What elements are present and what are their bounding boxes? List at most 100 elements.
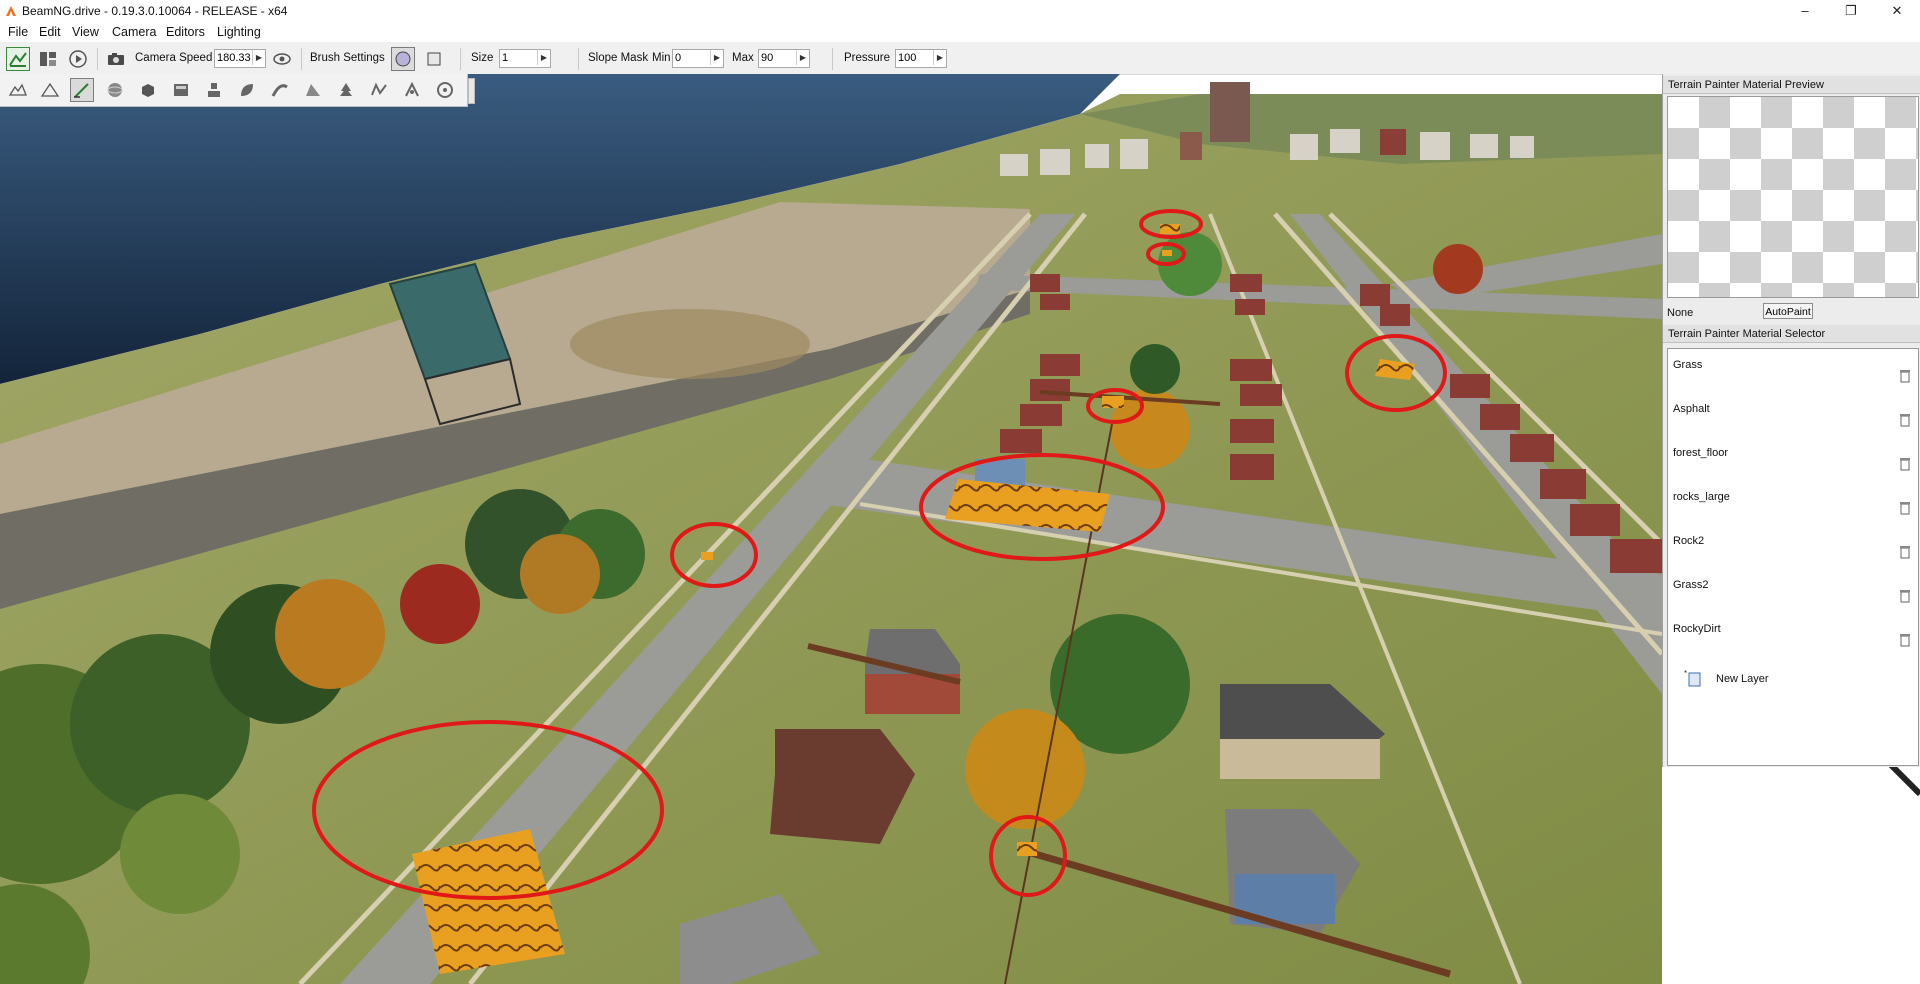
raise-height-icon <box>40 82 60 97</box>
trash-icon[interactable] <box>1900 589 1910 603</box>
square-brush-icon <box>427 52 441 66</box>
spin-arrow-icon[interactable]: ▶ <box>710 50 723 65</box>
trash-icon[interactable] <box>1900 501 1910 515</box>
material-name: Grass <box>1673 359 1703 371</box>
decal-tool[interactable] <box>301 78 325 102</box>
trash-icon[interactable] <box>1900 457 1910 471</box>
camera-speed-input[interactable] <box>215 50 253 65</box>
material-row-grass[interactable]: Grass <box>1668 349 1918 389</box>
brush-circle-button[interactable] <box>391 47 415 71</box>
size-label: Size <box>471 52 494 64</box>
menu-file[interactable]: File <box>8 25 28 39</box>
menu-bar: File Edit View Camera Editors Lighting <box>0 22 1920 42</box>
eye-icon <box>273 53 291 65</box>
material-row-rocks-large[interactable]: rocks_large <box>1668 481 1918 521</box>
new-layer-icon: * <box>1684 669 1701 687</box>
material-row-forest-floor[interactable]: forest_floor <box>1668 437 1918 477</box>
forest-icon <box>340 83 352 96</box>
material-row-asphalt[interactable]: Asphalt <box>1668 393 1918 433</box>
wheel-tool[interactable] <box>433 78 457 102</box>
forest-tool[interactable] <box>334 78 358 102</box>
trash-icon[interactable] <box>1900 545 1910 559</box>
visibility-button[interactable] <box>270 47 294 71</box>
size-input[interactable] <box>500 50 538 65</box>
trash-icon[interactable] <box>1900 413 1910 427</box>
camera-speed-label: Camera Speed <box>135 52 213 64</box>
material-row-rock2[interactable]: Rock2 <box>1668 525 1918 565</box>
new-layer-button[interactable]: * New Layer <box>1676 667 1896 689</box>
maximize-button[interactable]: ❐ <box>1828 0 1874 22</box>
sphere-tool[interactable] <box>103 78 127 102</box>
3d-viewport[interactable] <box>0 74 1920 984</box>
min-input[interactable] <box>673 50 711 65</box>
minimize-button[interactable]: – <box>1782 0 1828 22</box>
mesh-road-tool[interactable] <box>268 78 292 102</box>
trash-icon[interactable] <box>1900 369 1910 383</box>
datablock-tool[interactable] <box>169 78 193 102</box>
terrain-scene[interactable] <box>0 74 1920 984</box>
close-button[interactable]: ✕ <box>1874 0 1920 22</box>
spin-arrow-icon[interactable]: ▶ <box>252 50 265 65</box>
beamng-logo-icon <box>6 6 16 16</box>
spin-arrow-icon[interactable]: ▶ <box>796 50 809 65</box>
palette-resize-handle[interactable] <box>468 78 475 104</box>
select-terrain-tool[interactable] <box>6 78 30 102</box>
menu-edit[interactable]: Edit <box>39 25 61 39</box>
max-label: Max <box>732 52 754 64</box>
pressure-field[interactable]: ▶ <box>895 49 947 68</box>
material-list: Grass Asphalt forest_floor rocks_large R… <box>1667 348 1919 766</box>
main-toolbar: Camera Speed ▶ Brush Settings Size ▶ Slo… <box>0 42 1920 75</box>
current-material-label: None <box>1667 307 1694 319</box>
max-field[interactable]: ▶ <box>758 49 810 68</box>
camera-button[interactable] <box>104 47 128 71</box>
camera-icon <box>108 53 124 65</box>
menu-view[interactable]: View <box>72 25 99 39</box>
svg-text:*: * <box>1684 669 1687 678</box>
trash-icon[interactable] <box>1900 633 1910 647</box>
paint-brush-icon <box>74 83 89 98</box>
navmesh-tool[interactable] <box>367 78 391 102</box>
size-field[interactable]: ▶ <box>499 49 551 68</box>
play-button[interactable] <box>66 47 90 71</box>
toolbar-separator <box>832 48 833 70</box>
max-input[interactable] <box>759 50 797 65</box>
world-editor-button[interactable] <box>36 47 60 71</box>
raise-height-tool[interactable] <box>38 78 62 102</box>
terrain-painter-toggle[interactable] <box>6 47 30 71</box>
material-row-grass2[interactable]: Grass2 <box>1668 569 1918 609</box>
material-name: RockyDirt <box>1673 623 1721 635</box>
decal-icon <box>306 84 320 96</box>
material-name: rocks_large <box>1673 491 1730 503</box>
terrain-painter-icon <box>9 52 27 67</box>
circle-brush-icon <box>395 51 411 67</box>
min-field[interactable]: ▶ <box>672 49 724 68</box>
brush-settings-label: Brush Settings <box>310 52 385 64</box>
pressure-input[interactable] <box>896 50 934 65</box>
material-name: Rock2 <box>1673 535 1705 547</box>
min-label: Min <box>652 52 671 64</box>
brush-square-button[interactable] <box>422 47 446 71</box>
material-name: Grass2 <box>1673 579 1709 591</box>
paint-material-tool[interactable] <box>70 78 94 102</box>
slope-mask-label: Slope Mask <box>588 52 649 64</box>
world-editor-icon <box>40 52 56 66</box>
menu-camera[interactable]: Camera <box>112 25 156 39</box>
menu-lighting[interactable]: Lighting <box>217 25 261 39</box>
road-tool[interactable] <box>202 78 226 102</box>
autopaint-button[interactable]: AutoPaint <box>1763 303 1813 319</box>
spin-arrow-icon[interactable]: ▶ <box>933 50 946 65</box>
navmesh-icon <box>371 82 387 96</box>
preview-panel-title: Terrain Painter Material Preview <box>1663 76 1920 94</box>
leaf-icon <box>241 84 253 96</box>
menu-editors[interactable]: Editors <box>166 25 205 39</box>
particle-icon <box>405 81 419 97</box>
pressure-label: Pressure <box>844 52 891 64</box>
river-tool[interactable] <box>235 78 259 102</box>
spin-arrow-icon[interactable]: ▶ <box>537 50 550 65</box>
material-row-rockydirt[interactable]: RockyDirt <box>1668 613 1918 653</box>
sphere-icon <box>107 83 123 97</box>
particle-tool[interactable] <box>400 78 424 102</box>
object-tool[interactable] <box>136 78 160 102</box>
camera-speed-field[interactable]: ▶ <box>214 49 266 68</box>
new-layer-label: New Layer <box>1716 673 1769 685</box>
